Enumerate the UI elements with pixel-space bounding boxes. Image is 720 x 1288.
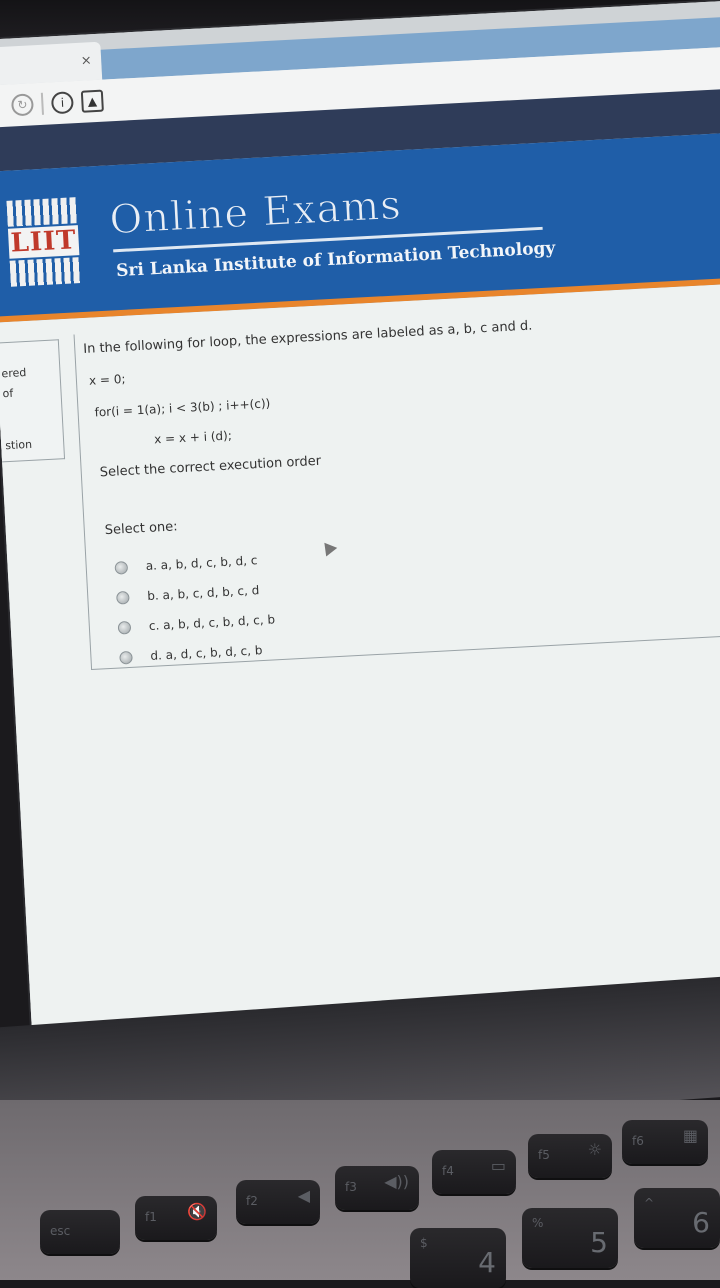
key-f3-label: f3 [345,1180,357,1194]
question-prompt: Select the correct execution order [99,453,322,481]
key-6-label: 6 [692,1206,710,1239]
keyboard-deck: esc f1 🔇 f2 ◀ f3 ◀)) f4 ▭ f5 ☼ f6 ▦ $ 4 … [0,1100,720,1288]
mute-icon: 🔇 [187,1202,207,1221]
key-4-shift-label: $ [420,1236,428,1250]
reload-icon[interactable]: ↻ [10,93,35,117]
key-f3[interactable]: f3 ◀)) [335,1166,419,1210]
key-f4[interactable]: f4 ▭ [432,1150,516,1194]
key-5-shift-label: % [532,1216,544,1230]
browser-tab[interactable]: × [0,41,103,86]
question-text: In the following for loop, the expressio… [82,318,533,358]
option-label[interactable]: b. a, b, c, d, b, c, d [147,583,260,603]
key-6-shift-label: ^ [644,1196,655,1210]
key-f6-label: f6 [632,1134,644,1148]
volume-down-icon: ◀ [297,1186,310,1205]
mouse-cursor-icon [318,538,338,557]
key-f4-label: f4 [442,1164,454,1178]
logo-bars-bottom [9,257,81,287]
option-label[interactable]: d. a, d, c, b, d, c, b [150,643,263,663]
nav-separator [40,92,44,115]
key-esc[interactable]: esc [40,1210,120,1254]
key-f1-label: f1 [145,1210,157,1224]
brightness-icon: ☼ [587,1140,602,1159]
info-question[interactable]: stion [5,438,32,452]
select-one-label: Select one: [104,519,178,539]
key-f6[interactable]: f6 ▦ [622,1120,708,1164]
sliit-logo: LIIT [6,197,81,289]
screen-icon: ▦ [682,1126,698,1145]
volume-up-icon: ◀)) [384,1172,409,1191]
code-line-3: x = x + i (d); [153,428,233,447]
info-of: of [2,386,14,401]
answer-options: a. a, b, d, c, b, d, c b. a, b, c, d, b,… [114,544,277,672]
question-panel: In the following for loop, the expressio… [73,298,720,672]
key-5-label: 5 [590,1226,608,1259]
key-f1[interactable]: f1 🔇 [135,1196,217,1240]
key-f5[interactable]: f5 ☼ [528,1134,612,1178]
key-4[interactable]: $ 4 [410,1228,506,1288]
code-line-2: for(i = 1(a); i < 3(b) ; i++(c)) [94,396,271,420]
tab-close-icon[interactable]: × [79,53,94,69]
question-info-box: ered of stion [0,339,66,463]
key-f2[interactable]: f2 ◀ [236,1180,320,1224]
key-f2-label: f2 [246,1194,258,1208]
main-content: ered of stion In the following for loop,… [0,281,720,1039]
key-6[interactable]: ^ 6 [634,1188,720,1248]
option-label[interactable]: a. a, b, d, c, b, d, c [145,553,257,573]
radio-button[interactable] [114,560,129,575]
logo-bars-top [6,197,78,227]
option-label[interactable]: c. a, b, d, c, b, d, c, b [149,612,276,633]
site-subtitle: Sri Lanka Institute of Information Techn… [115,238,556,282]
radio-button[interactable] [116,590,130,605]
site-title: Online Exams [108,182,403,244]
key-f5-label: f5 [538,1148,550,1162]
radio-button[interactable] [117,620,132,635]
code-line-1: x = 0; [88,371,126,388]
info-icon[interactable]: i [50,91,74,115]
page-icon[interactable]: ▲ [80,89,104,113]
radio-button[interactable] [119,650,133,665]
key-4-label: 4 [478,1246,496,1279]
logo-text: LIIT [7,225,80,259]
key-5[interactable]: % 5 [522,1208,618,1268]
info-answered: ered [1,366,27,381]
display-icon: ▭ [490,1156,506,1175]
key-esc-label: esc [50,1224,71,1238]
browser-window: × ↻ i ▲ LIIT Online Exams Sri Lanka Inst… [0,0,720,1039]
